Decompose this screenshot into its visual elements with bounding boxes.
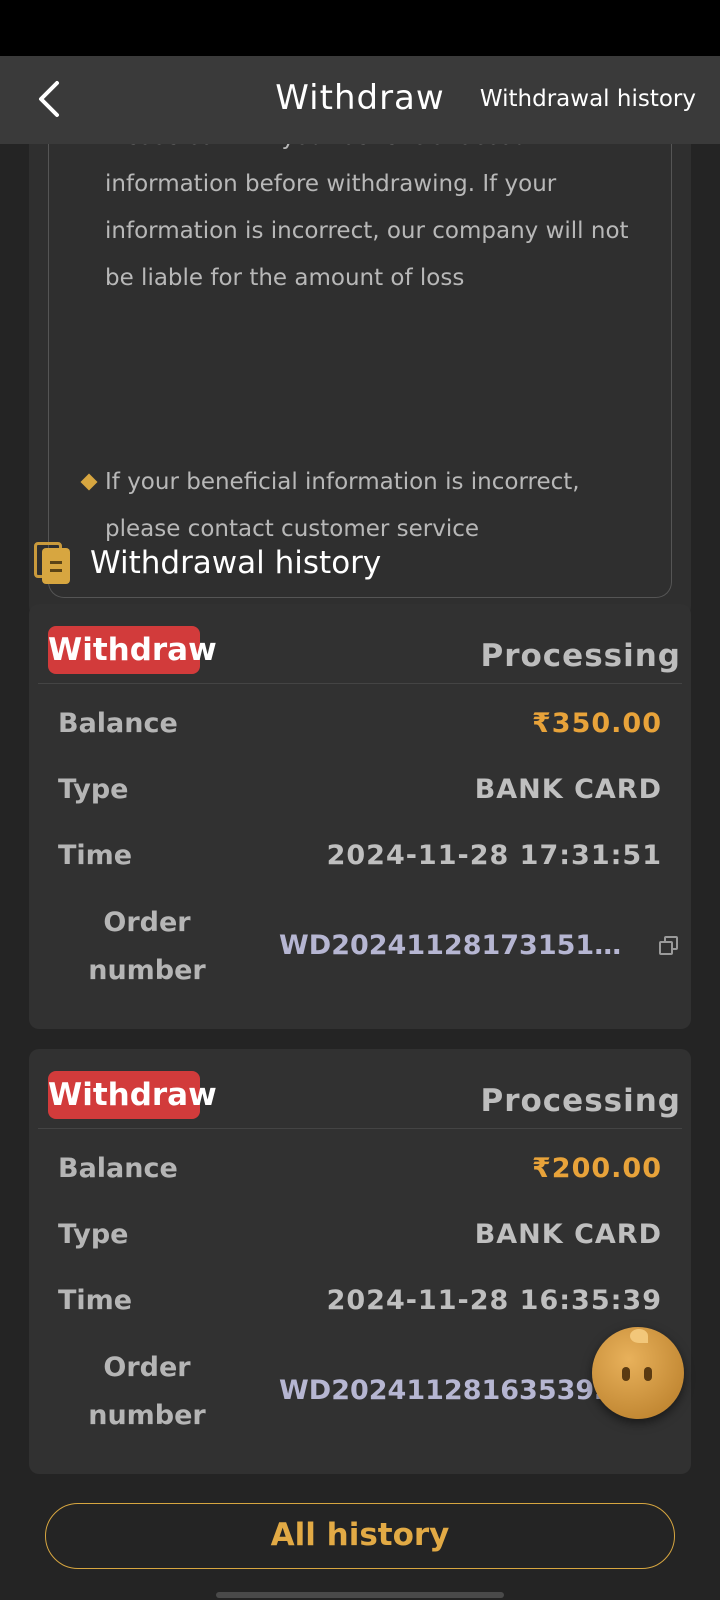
- home-indicator: [216, 1592, 504, 1598]
- time-value: 2024-11-28 16:35:39: [326, 1285, 662, 1316]
- status-text: Processing: [480, 638, 681, 674]
- balance-label: Balance: [58, 1153, 178, 1184]
- card-header: Withdraw Processing: [29, 1049, 691, 1129]
- mascot-eye-icon: [622, 1367, 630, 1381]
- order-number-value: WD20241128163539300663: [279, 1375, 629, 1406]
- type-label: Type: [58, 774, 129, 805]
- section-title: Withdrawal history: [90, 545, 382, 581]
- section-heading: Withdrawal history: [34, 538, 381, 588]
- withdraw-tag: Withdraw: [48, 1071, 217, 1119]
- order-number-label: Order number: [88, 1352, 206, 1431]
- copy-icon[interactable]: [659, 936, 679, 956]
- status-text: Processing: [480, 1083, 681, 1119]
- type-value: BANK CARD: [474, 1219, 662, 1250]
- mascot-tuft-icon: [630, 1329, 648, 1343]
- diamond-bullet-icon: [80, 473, 98, 491]
- withdraw-record-card[interactable]: Withdraw Processing Balance ₹200.00 Type…: [29, 1049, 691, 1474]
- time-label: Time: [58, 1285, 133, 1316]
- app-header: Withdraw Withdrawal history: [0, 56, 720, 144]
- time-value: 2024-11-28 17:31:51: [326, 840, 662, 871]
- order-number-value: WD2024112817315124731...: [279, 930, 629, 961]
- status-bar: [0, 0, 720, 56]
- mascot-eye-icon: [644, 1367, 652, 1381]
- floating-mascot-button[interactable]: [592, 1327, 684, 1419]
- order-number-label: Order number: [88, 907, 206, 986]
- type-label: Type: [58, 1219, 129, 1250]
- time-label: Time: [58, 840, 133, 871]
- withdraw-tag: Withdraw: [48, 626, 217, 674]
- balance-value: ₹200.00: [532, 1153, 662, 1184]
- balance-label: Balance: [58, 708, 178, 739]
- card-header: Withdraw Processing: [29, 604, 691, 684]
- all-history-button[interactable]: All history: [45, 1503, 675, 1569]
- notice-box: Please confirm your beneficial account i…: [48, 144, 672, 598]
- withdraw-record-card[interactable]: Withdraw Processing Balance ₹350.00 Type…: [29, 604, 691, 1029]
- type-value: BANK CARD: [474, 774, 662, 805]
- document-icon: [34, 542, 70, 584]
- balance-value: ₹350.00: [532, 708, 662, 739]
- notice-item: Please confirm your beneficial account i…: [105, 144, 629, 291]
- divider: [38, 683, 682, 684]
- withdrawal-history-link[interactable]: Withdrawal history: [480, 86, 696, 112]
- divider: [38, 1128, 682, 1129]
- main-content[interactable]: Please confirm your beneficial account i…: [0, 144, 720, 1600]
